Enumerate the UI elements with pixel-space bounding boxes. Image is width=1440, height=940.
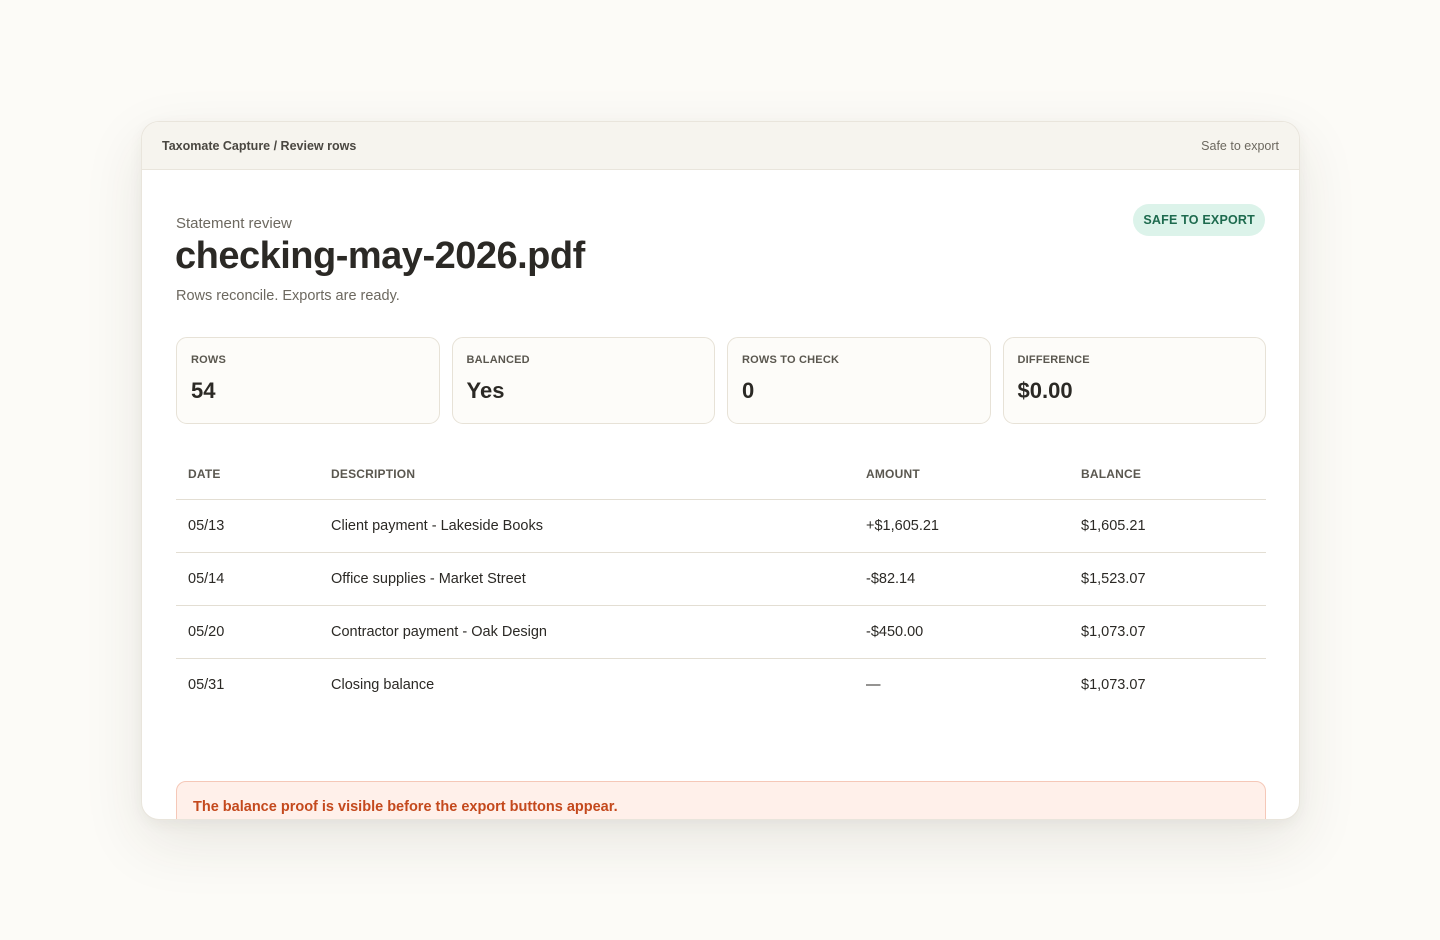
cell-description: Closing balance xyxy=(331,677,435,693)
stat-label: DIFFERENCE xyxy=(1017,354,1090,366)
table-row: 05/13 Client payment - Lakeside Books +$… xyxy=(176,499,1266,553)
cell-date: 05/14 xyxy=(176,552,319,606)
cell-description: Contractor payment - Oak Design xyxy=(319,605,854,659)
transactions-table: DATE DESCRIPTION AMOUNT BALANCE 05/13 Cl… xyxy=(176,449,1266,711)
table-row: 05/20 Contractor payment - Oak Design -$… xyxy=(176,605,1266,659)
stat-value: 0 xyxy=(742,378,755,403)
cell-amount: -$82.14 xyxy=(854,552,1069,606)
breadcrumb: Taxomate Capture / Review rows xyxy=(162,138,357,153)
cell-date: 05/31 xyxy=(188,677,225,693)
stat-label: ROWS TO CHECK xyxy=(742,354,840,366)
stat-card-difference: DIFFERENCE $0.00 xyxy=(1002,337,1266,424)
column-header-description: DESCRIPTION xyxy=(319,449,854,500)
titlebar-status: Safe to export xyxy=(1201,138,1279,153)
cell-balance: $1,073.07 xyxy=(1081,677,1146,693)
cell-date: 05/20 xyxy=(176,605,319,659)
balance-proof-notice: The balance proof is visible before the … xyxy=(176,781,1266,819)
column-header-amount: AMOUNT xyxy=(854,449,1069,500)
stat-value: $0.00 xyxy=(1017,378,1073,403)
stat-card-balanced: BALANCED Yes xyxy=(451,337,715,424)
table-row: 05/14 Office supplies - Market Street -$… xyxy=(176,552,1266,606)
stat-card-rows: ROWS 54 xyxy=(176,337,440,424)
cell-amount: +$1,605.21 xyxy=(854,499,1069,553)
column-header-date: DATE xyxy=(176,449,319,500)
stat-value: Yes xyxy=(466,378,505,403)
window-titlebar: Taxomate Capture / Review rows Safe to e… xyxy=(142,122,1299,170)
stats-row: ROWS 54 BALANCED Yes ROWS TO CHECK 0 DIF… xyxy=(176,337,1266,424)
page-subtitle: Rows reconcile. Exports are ready. xyxy=(176,288,400,304)
page-title: checking-may-2026.pdf xyxy=(175,235,585,277)
cell-balance: $1,605.21 xyxy=(1069,499,1266,553)
column-header-balance: BALANCE xyxy=(1069,449,1266,500)
cell-description: Client payment - Lakeside Books xyxy=(319,499,854,553)
cell-date: 05/13 xyxy=(176,499,319,553)
page-eyebrow: Statement review xyxy=(176,215,292,232)
app-window: Taxomate Capture / Review rows Safe to e… xyxy=(141,121,1300,820)
stat-label: ROWS xyxy=(191,354,227,366)
status-badge: SAFE TO EXPORT xyxy=(1133,204,1265,236)
cell-description: Office supplies - Market Street xyxy=(319,552,854,606)
cell-balance: $1,073.07 xyxy=(1069,605,1266,659)
table-row: 05/31 Closing balance — $1,073.07 xyxy=(176,659,1266,712)
stat-value: 54 xyxy=(191,378,216,403)
stat-card-rows-to-check: ROWS TO CHECK 0 xyxy=(727,337,991,424)
cell-amount: -$450.00 xyxy=(854,605,1069,659)
table-header-row: DATE DESCRIPTION AMOUNT BALANCE xyxy=(176,449,1266,500)
stat-label: BALANCED xyxy=(466,354,530,366)
cell-amount: — xyxy=(866,677,881,693)
cell-balance: $1,523.07 xyxy=(1069,552,1266,606)
